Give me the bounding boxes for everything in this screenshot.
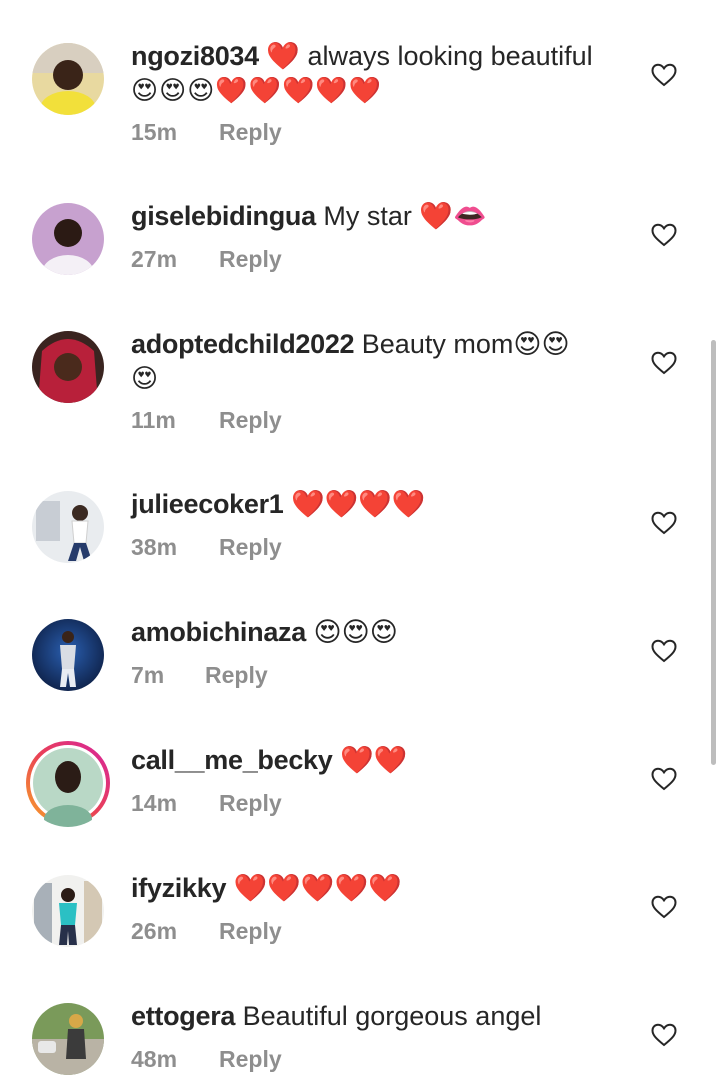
comment-text: Beautiful gorgeous angel [242,1001,542,1031]
comment-text: ❤️❤️❤️❤️❤️ [233,873,402,903]
heart-outline-icon[interactable] [651,639,677,663]
comment-time: 7m [131,662,165,688]
comment-time: 27m [131,246,178,272]
heart-outline-icon[interactable] [651,351,677,375]
reply-button[interactable]: Reply [219,407,282,433]
comment-text: ❤️❤️ [339,745,408,775]
avatar[interactable] [32,1003,104,1075]
avatar[interactable] [32,619,104,691]
heart-outline-icon[interactable] [651,63,677,87]
comment-time: 26m [131,918,178,944]
comment-username[interactable]: adoptedchild2022 [131,329,355,359]
comment-text: ❤️❤️❤️❤️ [291,489,426,519]
heart-outline-icon[interactable] [651,767,677,791]
reply-button[interactable]: Reply [219,246,282,272]
comment-text: Beauty mom😍😍 [361,329,570,359]
comment-emojis: 😍 [131,364,160,394]
comment-username[interactable]: ettogera [131,1001,235,1031]
reply-button[interactable]: Reply [205,662,268,688]
comment-text: ❤️ always looking beautiful [266,41,593,71]
reply-button[interactable]: Reply [219,790,282,816]
comment-text: 😍😍😍 [313,617,398,647]
comment-time: 11m [131,407,176,433]
reply-button[interactable]: Reply [219,534,282,560]
comment-time: 15m [131,119,178,145]
comment-emojis: 😍😍😍❤️❤️❤️❤️❤️ [131,76,383,106]
avatar[interactable] [32,43,104,115]
avatar[interactable] [32,875,104,947]
reply-button[interactable]: Reply [219,1046,282,1072]
comment-username[interactable]: amobichinaza [131,617,306,647]
heart-outline-icon[interactable] [651,1023,677,1047]
comment-username[interactable]: call__me_becky [131,745,333,775]
comment-username[interactable]: ngozi8034 [131,41,259,71]
heart-outline-icon[interactable] [651,895,677,919]
scrollbar[interactable] [711,340,716,765]
avatar[interactable] [32,331,104,403]
comment-username[interactable]: giselebidingua [131,201,316,231]
reply-button[interactable]: Reply [219,119,282,145]
comment-username[interactable]: ifyzikky [131,873,226,903]
comment-username[interactable]: julieecoker1 [131,489,284,519]
comment-time: 38m [131,534,178,560]
heart-outline-icon[interactable] [651,511,677,535]
avatar[interactable] [32,491,104,563]
reply-button[interactable]: Reply [219,918,282,944]
avatar-with-story-ring[interactable] [24,739,112,827]
comment-time: 48m [131,1046,178,1072]
avatar[interactable] [32,203,104,275]
heart-outline-icon[interactable] [651,223,677,247]
comment-time: 14m [131,790,178,816]
comment-text: My star ❤️👄 [323,201,487,231]
